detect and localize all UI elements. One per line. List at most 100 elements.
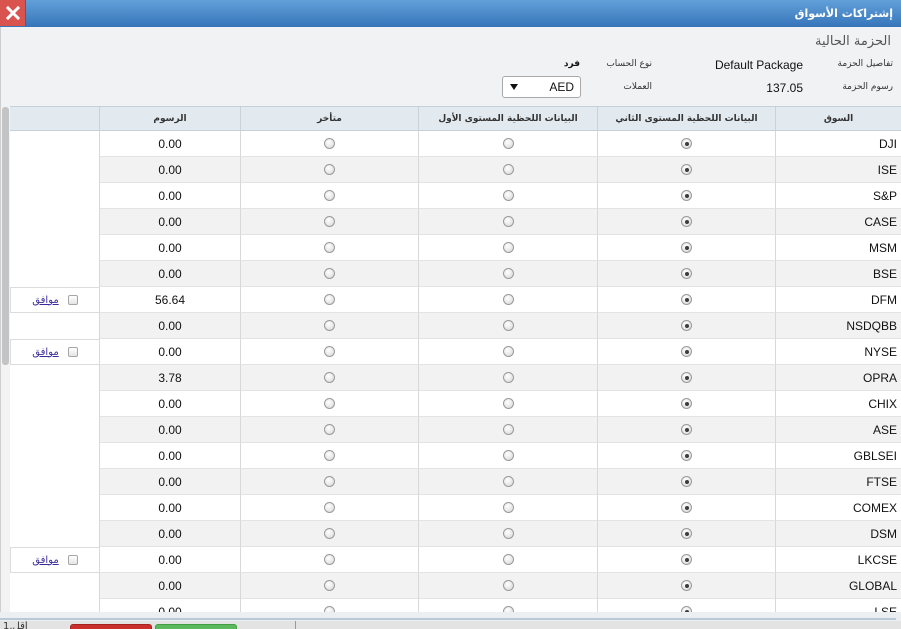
radio-level1[interactable] [502,476,514,487]
agree-link[interactable]: موافق [32,347,58,358]
radio-delayed[interactable] [324,268,335,279]
scrollbar-thumb[interactable] [2,107,9,365]
radio-level2[interactable] [681,528,692,539]
fee-value: 0.00 [100,313,241,339]
radio-delayed[interactable] [324,320,335,331]
radio-delayed[interactable] [324,554,335,565]
agree-checkbox[interactable] [67,555,78,565]
level1-cell [419,599,598,612]
radio-delayed[interactable] [324,294,335,305]
radio-delayed[interactable] [324,398,335,409]
level2-cell [598,235,776,261]
agree-cell: موافق [10,339,100,365]
level2-cell [598,157,776,183]
market-name: S&P [776,183,901,209]
package-details-label: تفاصيل الحزمة [837,59,894,69]
close-button[interactable] [0,0,26,26]
delayed-cell [241,547,419,573]
radio-delayed[interactable] [324,190,335,201]
radio-level2[interactable] [681,372,692,383]
radio-level1[interactable] [502,372,514,383]
radio-level1[interactable] [502,450,514,461]
radio-level1[interactable] [502,320,514,331]
agree-cell [10,599,100,612]
cancel-button[interactable] [70,624,152,629]
level2-cell [598,547,776,573]
currency-dropdown[interactable]: AED [502,76,581,98]
radio-level2[interactable] [681,138,692,149]
radio-delayed[interactable] [324,580,335,591]
radio-delayed[interactable] [324,242,335,253]
level1-cell [419,521,598,547]
radio-level2[interactable] [681,554,692,565]
radio-level1[interactable] [502,398,514,409]
radio-level1[interactable] [502,502,514,513]
radio-level2[interactable] [681,242,692,253]
radio-delayed[interactable] [324,164,335,175]
radio-level1[interactable] [502,268,514,279]
radio-delayed[interactable] [324,216,335,227]
vertical-scrollbar[interactable] [0,106,10,612]
table-row: موافق 0.00 LKCSE [10,547,901,573]
level1-cell [419,261,598,287]
table-row: 0.00 BSE [10,261,901,287]
radio-delayed[interactable] [324,502,335,513]
fee-value: 0.00 [100,209,241,235]
package-details-value: Default Package [714,58,803,72]
radio-level1[interactable] [502,242,514,253]
radio-level2[interactable] [681,424,692,435]
window-title: إشتراكات الأسواق [794,7,893,20]
radio-level2[interactable] [681,164,692,175]
radio-level1[interactable] [502,294,514,305]
radio-level1[interactable] [502,164,514,175]
fee-value: 0.00 [100,339,241,365]
radio-delayed[interactable] [324,138,335,149]
radio-delayed[interactable] [324,450,335,461]
chevron-down-icon [510,84,518,90]
table-row: 0.00 COMEX [10,495,901,521]
radio-delayed[interactable] [324,346,335,357]
radio-level1[interactable] [502,528,514,539]
account-type-label: نوع الحساب [606,59,652,69]
agree-checkbox[interactable] [67,347,78,357]
agree-checkbox[interactable] [67,295,78,305]
level2-cell [598,469,776,495]
radio-level1[interactable] [502,424,514,435]
radio-delayed[interactable] [324,528,335,539]
radio-delayed[interactable] [324,424,335,435]
radio-level2[interactable] [681,320,692,331]
radio-level1[interactable] [502,580,514,591]
radio-level2[interactable] [681,294,692,305]
radio-level2[interactable] [681,450,692,461]
agree-cell [10,391,100,417]
market-name: GLOBAL [776,573,901,599]
agree-cell [10,443,100,469]
radio-level2[interactable] [681,398,692,409]
radio-delayed[interactable] [324,372,335,383]
radio-level2[interactable] [681,346,692,357]
radio-level1[interactable] [502,138,514,149]
radio-level2[interactable] [681,476,692,487]
fee-value: 0.00 [100,131,241,157]
agree-link[interactable]: موافق [32,555,58,566]
table-row: 0.00 ASE [10,417,901,443]
radio-level2[interactable] [681,580,692,591]
radio-level2[interactable] [681,502,692,513]
radio-level1[interactable] [502,554,514,565]
fee-value: 0.00 [100,261,241,287]
radio-level2[interactable] [681,268,692,279]
radio-delayed[interactable] [324,476,335,487]
radio-level1[interactable] [502,346,514,357]
radio-level2[interactable] [681,190,692,201]
level1-cell [419,495,598,521]
confirm-button[interactable] [155,624,237,629]
radio-level1[interactable] [502,216,514,227]
level2-cell [598,183,776,209]
radio-level1[interactable] [502,190,514,201]
table-row: 0.00 CHIX [10,391,901,417]
radio-level2[interactable] [681,216,692,227]
table-row: 0.00 FTSE [10,469,901,495]
agree-link[interactable]: موافق [32,295,58,306]
level1-cell [419,209,598,235]
table-row: 0.00 ISE [10,157,901,183]
